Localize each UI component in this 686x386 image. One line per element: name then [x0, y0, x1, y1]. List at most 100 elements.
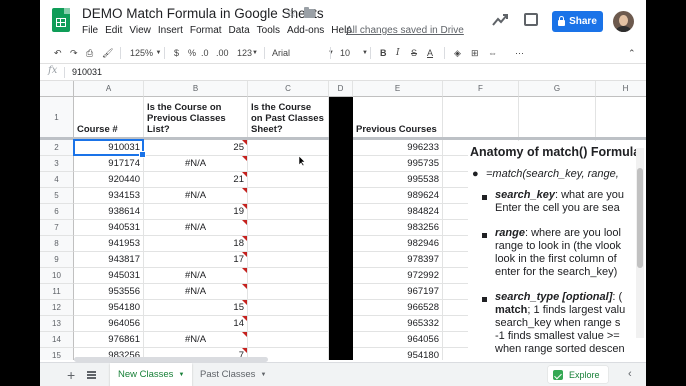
- table-cell[interactable]: [248, 268, 329, 284]
- table-cell[interactable]: 954180: [74, 300, 144, 316]
- column-header-b[interactable]: B: [144, 81, 248, 97]
- table-cell[interactable]: 938614: [74, 204, 144, 220]
- table-cell[interactable]: [248, 332, 329, 348]
- strikethrough-button[interactable]: S: [411, 46, 417, 60]
- column-header-c[interactable]: C: [248, 81, 329, 97]
- table-cell[interactable]: [248, 300, 329, 316]
- borders-icon[interactable]: ⊞: [471, 46, 479, 60]
- table-cell[interactable]: 965332: [353, 316, 443, 332]
- menu-tools[interactable]: Tools: [257, 25, 280, 36]
- table-cell[interactable]: 976861: [74, 332, 144, 348]
- menu-addons[interactable]: Add-ons: [287, 25, 324, 36]
- table-cell[interactable]: [248, 252, 329, 268]
- table-cell[interactable]: [248, 156, 329, 172]
- table-cell[interactable]: 19: [144, 204, 248, 220]
- table-cell[interactable]: 966528: [353, 300, 443, 316]
- row-header-13[interactable]: 13: [40, 316, 74, 332]
- table-cell[interactable]: 984824: [353, 204, 443, 220]
- save-status[interactable]: All changes saved in Drive: [346, 25, 464, 36]
- table-cell[interactable]: [248, 220, 329, 236]
- table-cell[interactable]: [248, 140, 329, 156]
- vertical-scrollbar[interactable]: [636, 148, 644, 338]
- table-cell[interactable]: 967197: [353, 284, 443, 300]
- increase-decimal-button[interactable]: .00: [216, 46, 229, 60]
- row-header-8[interactable]: 8: [40, 236, 74, 252]
- table-cell[interactable]: 21: [144, 172, 248, 188]
- menu-insert[interactable]: Insert: [158, 25, 183, 36]
- table-cell[interactable]: 964056: [353, 332, 443, 348]
- table-cell[interactable]: [248, 236, 329, 252]
- table-cell[interactable]: 917174: [74, 156, 144, 172]
- chevron-down-icon[interactable]: ▼: [178, 372, 184, 378]
- table-cell[interactable]: 15: [144, 300, 248, 316]
- table-cell[interactable]: #N/A: [144, 268, 248, 284]
- comment-icon[interactable]: [524, 13, 538, 26]
- table-cell[interactable]: 964056: [74, 316, 144, 332]
- all-sheets-list-icon[interactable]: [87, 371, 96, 379]
- chevron-left-icon[interactable]: ‹: [628, 368, 632, 380]
- header-cell-a[interactable]: Course #: [74, 97, 144, 138]
- table-cell[interactable]: 25: [144, 140, 248, 156]
- table-cell[interactable]: 17: [144, 252, 248, 268]
- currency-button[interactable]: $: [174, 46, 179, 60]
- table-cell[interactable]: #N/A: [144, 284, 248, 300]
- empty-cell[interactable]: [443, 97, 519, 138]
- column-header-d[interactable]: D: [329, 81, 353, 97]
- star-icon[interactable]: ☆: [286, 5, 298, 21]
- tab-past-classes[interactable]: Past Classes ▼: [192, 363, 274, 386]
- menu-view[interactable]: View: [129, 25, 151, 36]
- table-cell[interactable]: #N/A: [144, 220, 248, 236]
- table-cell[interactable]: 995735: [353, 156, 443, 172]
- tab-new-classes[interactable]: New Classes ▼: [110, 363, 193, 386]
- row-header-2[interactable]: 2: [40, 140, 74, 156]
- column-header-f[interactable]: F: [443, 81, 519, 97]
- sheets-logo-icon[interactable]: [52, 8, 70, 32]
- table-cell[interactable]: 972992: [353, 268, 443, 284]
- table-cell[interactable]: 934153: [74, 188, 144, 204]
- move-to-folder-icon[interactable]: [304, 7, 315, 18]
- percent-button[interactable]: %: [188, 46, 196, 60]
- table-cell[interactable]: [248, 284, 329, 300]
- add-sheet-icon[interactable]: +: [67, 367, 75, 383]
- font-size-select[interactable]: 10 ▼: [340, 46, 368, 60]
- font-select[interactable]: Arial▼: [272, 46, 334, 60]
- row-header-5[interactable]: 5: [40, 188, 74, 204]
- table-cell[interactable]: #N/A: [144, 332, 248, 348]
- table-cell[interactable]: [248, 188, 329, 204]
- menu-edit[interactable]: Edit: [105, 25, 122, 36]
- bold-button[interactable]: B: [380, 46, 387, 60]
- table-cell[interactable]: 953556: [74, 284, 144, 300]
- table-cell[interactable]: 940531: [74, 220, 144, 236]
- paint-format-icon[interactable]: 🖌: [102, 46, 113, 60]
- scrollbar-thumb[interactable]: [637, 168, 643, 268]
- row-header-4[interactable]: 4: [40, 172, 74, 188]
- italic-button[interactable]: I: [396, 46, 400, 60]
- row-header-6[interactable]: 6: [40, 204, 74, 220]
- menu-format[interactable]: Format: [190, 25, 222, 36]
- active-cell-selection[interactable]: [73, 139, 146, 158]
- row-header-11[interactable]: 11: [40, 284, 74, 300]
- text-color-button[interactable]: A: [427, 46, 433, 60]
- menu-file[interactable]: File: [82, 25, 98, 36]
- select-all-corner[interactable]: [40, 81, 74, 97]
- explore-button[interactable]: Explore: [548, 366, 608, 383]
- menu-data[interactable]: Data: [229, 25, 250, 36]
- table-cell[interactable]: 995538: [353, 172, 443, 188]
- zoom-select[interactable]: 125% ▼: [130, 46, 162, 60]
- header-cell-e[interactable]: Previous Courses: [353, 97, 443, 138]
- redo-icon[interactable]: ↷: [70, 46, 78, 60]
- fill-color-icon[interactable]: ◈: [454, 46, 461, 60]
- more-formats-button[interactable]: 123 ▼: [237, 46, 258, 60]
- avatar[interactable]: [613, 11, 634, 32]
- row-header-3[interactable]: 3: [40, 156, 74, 172]
- table-cell[interactable]: 14: [144, 316, 248, 332]
- print-icon[interactable]: ⎙: [86, 46, 93, 60]
- undo-icon[interactable]: ↶: [54, 46, 62, 60]
- row-header-15[interactable]: 15: [40, 348, 74, 360]
- column-header-a[interactable]: A: [74, 81, 144, 97]
- column-header-e[interactable]: E: [353, 81, 443, 97]
- table-cell[interactable]: #N/A: [144, 188, 248, 204]
- table-cell[interactable]: 983256: [353, 220, 443, 236]
- row-header-9[interactable]: 9: [40, 252, 74, 268]
- row-header-10[interactable]: 10: [40, 268, 74, 284]
